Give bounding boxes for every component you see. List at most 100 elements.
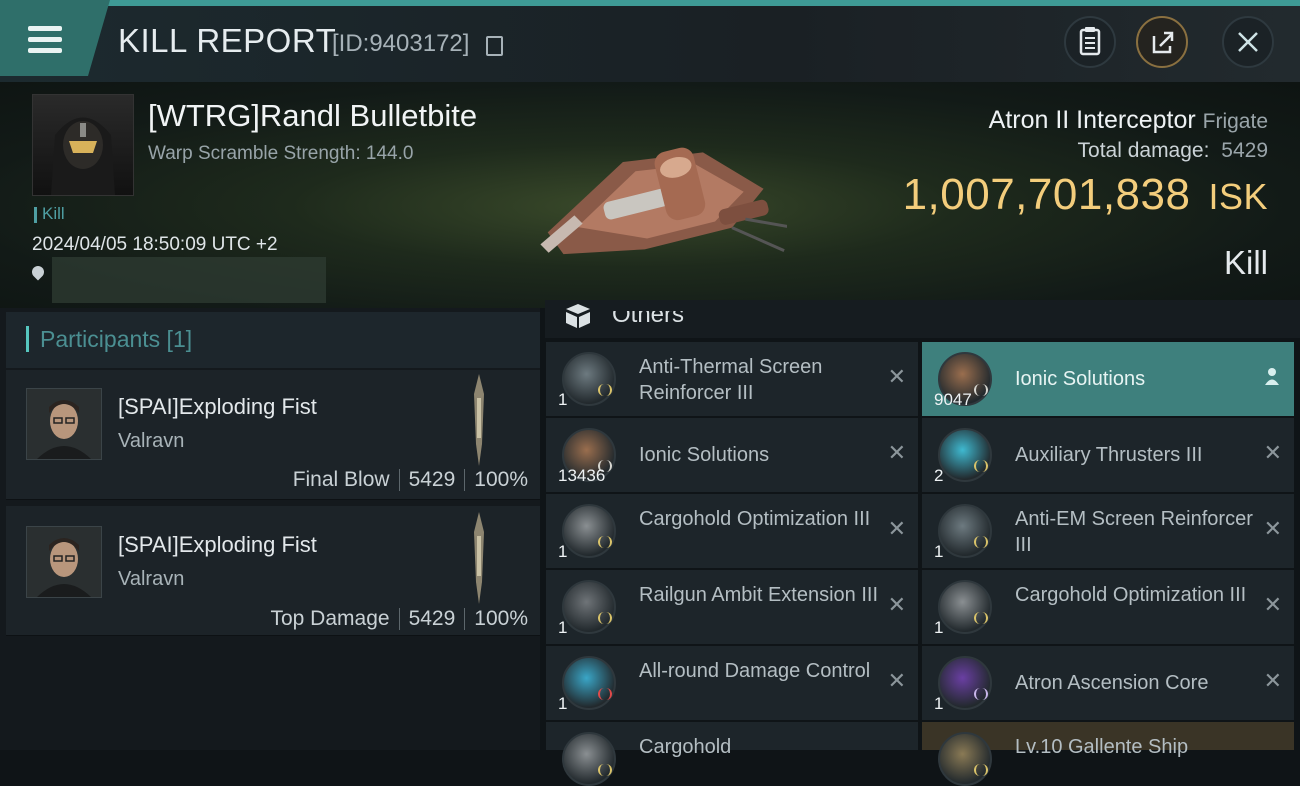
item-name: Anti-EM Screen Reinforcer III: [1015, 508, 1253, 556]
participant-percent: 100%: [474, 468, 528, 491]
tech-level-mark: [598, 536, 612, 548]
ship-name-text: Atron II Interceptor: [988, 106, 1196, 134]
item-name: Ionic Solutions: [639, 444, 770, 466]
divider: [398, 608, 400, 631]
tech-level-mark: [598, 384, 612, 396]
kill-tag: Kill: [42, 204, 65, 223]
item-card[interactable]: 1 Anti-EM Screen Reinforcer III ✕: [922, 494, 1294, 568]
victim-name[interactable]: [WTRG]Randl Bulletbite: [148, 98, 477, 134]
participant-ship-icon: [474, 512, 484, 604]
tech-level-mark: [598, 612, 612, 624]
item-name: Lv.10 Gallente Ship: [1015, 736, 1189, 758]
participant-role: Top Damage: [270, 607, 390, 630]
isk-amount: 1,007,701,838: [902, 170, 1191, 219]
total-damage-label: Total damage:: [1077, 139, 1210, 162]
ship-class: Frigate: [1202, 110, 1268, 133]
item-name: Cargohold Optimization III: [639, 508, 871, 530]
cargo-module-icon: [562, 732, 616, 786]
owner-icon: [1264, 366, 1280, 386]
close-button[interactable]: [1222, 16, 1274, 68]
damage-control-icon: [562, 656, 616, 710]
destroyed-icon: ✕: [1263, 592, 1282, 617]
item-quantity: 1: [934, 618, 944, 637]
item-card[interactable]: 2 Auxiliary Thrusters III ✕: [922, 418, 1294, 492]
tech-level-mark: [974, 688, 988, 700]
copy-icon[interactable]: [486, 36, 503, 56]
tech-level-mark: [598, 688, 612, 700]
pilot-portrait-icon: [27, 389, 101, 459]
item-card[interactable]: 1 Railgun Ambit Extension III ✕: [546, 570, 918, 644]
participant-corp: Valravn: [118, 568, 185, 590]
item-card[interactable]: 1 Atron Ascension Core ✕: [922, 646, 1294, 720]
item-card[interactable]: 13436 Ionic Solutions ✕: [546, 418, 918, 492]
isk-unit: ISK: [1208, 176, 1268, 217]
menu-icon-line: [28, 26, 62, 31]
total-damage-value: 5429: [1221, 139, 1268, 162]
total-damage: Total damage: 5429: [1078, 139, 1268, 163]
destroyed-icon: ✕: [887, 516, 906, 541]
warp-scramble-strength: Warp Scramble Strength: 144.0: [148, 143, 414, 164]
kill-tag-marker: [34, 207, 37, 223]
item-card[interactable]: 1 Cargohold Optimization III ✕: [922, 570, 1294, 644]
destroyed-icon: ✕: [1263, 516, 1282, 541]
participant-card[interactable]: [SPAI]Exploding Fist Valravn Top Damage 5…: [6, 506, 540, 636]
item-card[interactable]: Cargohold: [546, 722, 918, 786]
item-quantity: 1: [558, 390, 568, 409]
item-quantity: 13436: [558, 466, 606, 485]
item-card[interactable]: 1 All-round Damage Control ✕: [546, 646, 918, 720]
item-name: Auxiliary Thrusters III: [1015, 444, 1203, 466]
participant-ship-icon: [474, 374, 484, 466]
item-card[interactable]: Lv.10 Gallente Ship: [922, 722, 1294, 786]
core-icon: [938, 656, 992, 710]
ship-image: [540, 147, 787, 255]
destroyed-icon: ✕: [1263, 440, 1282, 465]
page-title: KILL REPORT: [118, 22, 337, 59]
clipboard-button[interactable]: [1064, 16, 1116, 68]
cargo-module-icon: [938, 580, 992, 634]
share-button[interactable]: [1136, 16, 1188, 68]
item-card[interactable]: 9047 Ionic Solutions: [922, 342, 1294, 416]
ship-name[interactable]: Atron II Interceptor Frigate: [989, 106, 1268, 135]
participant-avatar[interactable]: [26, 526, 102, 598]
victim-avatar[interactable]: [32, 94, 134, 196]
participants-title: Participants [1]: [40, 326, 193, 352]
item-quantity: 1: [558, 618, 568, 637]
item-name: Ionic Solutions: [1015, 368, 1146, 390]
participant-name: [SPAI]Exploding Fist: [118, 532, 317, 557]
destroyed-icon: ✕: [887, 440, 906, 465]
item-card[interactable]: 1 Anti-Thermal Screen Reinforcer III ✕: [546, 342, 918, 416]
blueprint-icon: [938, 732, 992, 786]
participant-stats: Final Blow 5429 100%: [293, 468, 528, 492]
item-name: All-round Damage Control: [639, 660, 871, 682]
clipboard-icon: [1079, 27, 1101, 56]
item-quantity: 1: [934, 694, 944, 713]
close-icon: [1238, 32, 1258, 52]
participant-card[interactable]: [SPAI]Exploding Fist Valravn Final Blow 5…: [6, 370, 540, 500]
tech-level-mark: [974, 612, 988, 624]
railgun-module-icon: [562, 580, 616, 634]
destroyed-icon: ✕: [887, 668, 906, 693]
location-redacted: [52, 257, 326, 303]
item-quantity: 1: [558, 694, 568, 713]
participants-header-marker: [26, 326, 29, 352]
item-quantity: 2: [934, 466, 944, 485]
divider: [464, 608, 466, 631]
participant-stats: Top Damage 5429 100%: [270, 607, 528, 631]
tech-level-mark: [974, 764, 988, 776]
destroyed-icon: ✕: [1263, 668, 1282, 693]
item-name: Cargohold Optimization III: [1015, 584, 1247, 606]
thruster-icon: [938, 428, 992, 482]
participant-corp: Valravn: [118, 430, 185, 452]
share-icon: [1152, 31, 1174, 54]
tech-level-mark: [974, 536, 988, 548]
participant-avatar[interactable]: [26, 388, 102, 460]
participant-role: Final Blow: [292, 468, 390, 491]
menu-icon-line: [28, 37, 62, 42]
kill-result: Kill: [1223, 244, 1268, 281]
divider: [398, 469, 400, 492]
cube-icon: [566, 304, 590, 328]
participant-name: [SPAI]Exploding Fist: [118, 394, 317, 419]
item-name: Cargohold: [639, 736, 732, 758]
item-card[interactable]: 1 Cargohold Optimization III ✕: [546, 494, 918, 568]
pilot-portrait-icon: [27, 527, 101, 597]
